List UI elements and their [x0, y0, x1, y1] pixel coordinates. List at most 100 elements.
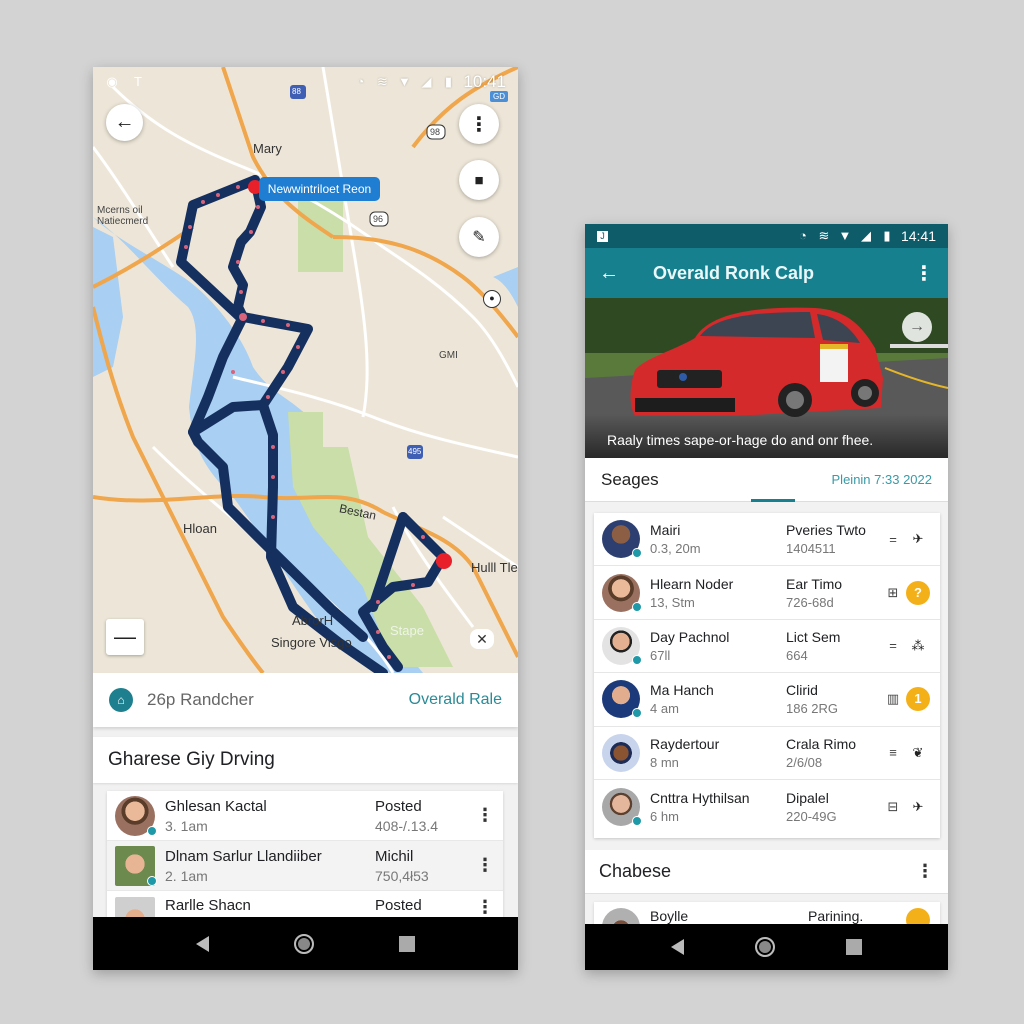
minus-icon: —: [114, 624, 136, 649]
list-item[interactable]: Hlearn Noder 13, Stm Ear Timo 726-68d ⊞ …: [594, 566, 940, 620]
page-title: Overald Ronk Calp: [653, 262, 815, 283]
group-icon[interactable]: ⁂: [904, 638, 932, 654]
section-title: Chabese: [599, 861, 672, 881]
book-icon[interactable]: ⊞: [882, 585, 904, 601]
nav-back-icon[interactable]: [195, 935, 209, 952]
layers-icon: ■: [474, 171, 484, 189]
reorder-icon[interactable]: =: [882, 532, 904, 547]
help-badge[interactable]: ?: [906, 580, 930, 605]
reorder-icon[interactable]: =: [882, 638, 904, 653]
item-status: Dipalel: [786, 789, 829, 806]
list-item[interactable]: Day Pachnol 67ll Lict Sem 664 = ⁂: [594, 620, 940, 674]
hero-caption: Raaly times sape-or-hage do and onr fhee…: [585, 414, 948, 458]
hero-image[interactable]: → Raaly times sape-or-hage do and onr fh…: [585, 298, 948, 458]
map-region-icon[interactable]: ❦: [904, 745, 932, 761]
map-label-aroor: AbrorH: [292, 613, 334, 628]
arrow-left-icon: ←: [114, 111, 135, 133]
app-bar: ← Overald Ronk Calp ⋮: [585, 248, 948, 298]
online-status-icon: [632, 654, 642, 665]
route-map[interactable]: Mary Mcerns oil Natiecmerd Hloan Bestan …: [93, 67, 518, 673]
item-name: Ma Hanch: [650, 682, 714, 699]
item-status: Pveries Twto: [786, 522, 866, 539]
item-time: 2. 1am: [165, 867, 208, 884]
more-vert-icon[interactable]: ⋮: [475, 855, 495, 876]
plane-icon[interactable]: ✈: [904, 799, 932, 815]
list-item[interactable]: Ma Hanch 4 am Clirid 186 2RG ▥ 1: [594, 673, 940, 727]
route-summary-bar: ⌂ 26p Randcher Overald Rale: [93, 673, 518, 727]
item-status: Lict Sem: [786, 628, 841, 645]
panel-icon[interactable]: ⊟: [882, 799, 904, 815]
back-button[interactable]: ←: [106, 104, 143, 141]
list-item[interactable]: Raydertour 8 mn Crala Rimo 2/6/08 ≡ ❦: [594, 727, 940, 780]
more-vert-icon[interactable]: ⋮: [475, 805, 495, 826]
wifi-icon: ▼: [838, 228, 852, 243]
more-vert-icon[interactable]: ⋮: [475, 897, 495, 918]
item-value: 408-/.13.4: [375, 817, 439, 834]
route-summary-text: 26p Randcher: [147, 690, 254, 709]
item-status: Posted: [375, 897, 422, 914]
menu-icon[interactable]: ≡: [882, 745, 904, 760]
item-status: Ear Timo: [786, 575, 843, 592]
next-image-button[interactable]: →: [902, 312, 932, 342]
item-name: Boylle: [650, 908, 689, 924]
overall-rate-link[interactable]: Overald Rale: [409, 691, 502, 709]
plane-icon[interactable]: ✈: [904, 531, 932, 547]
layers-button[interactable]: ■: [459, 160, 499, 200]
arrow-left-icon[interactable]: ←: [599, 262, 619, 285]
alarm-icon: ◔: [356, 74, 365, 89]
nav-recents-icon[interactable]: [846, 939, 863, 955]
item-value: 726-68d: [786, 594, 834, 610]
online-status-icon: [632, 708, 642, 719]
more-vert-icon[interactable]: ⋮: [916, 861, 934, 882]
item-name: Dlnam Sarlur Llandiiber: [165, 847, 322, 865]
item-status: Crala Rimo: [786, 735, 857, 752]
item-time: 0.3, 20m: [650, 541, 701, 557]
left-phone-screen: Mary Mcerns oil Natiecmerd Hloan Bestan …: [93, 67, 518, 970]
battery-icon: ▮: [444, 74, 453, 89]
avatar: [602, 573, 642, 612]
status-time: 10:41: [463, 72, 506, 91]
map-label-stape: Stape: [390, 623, 424, 638]
map-label-gmi: GMI: [439, 350, 458, 361]
map-label-singore: Singore Visgo: [271, 635, 352, 650]
avatar: [602, 733, 640, 772]
count-badge[interactable]: 1: [906, 687, 930, 712]
map-label-hulll: Hulll Tle: [471, 560, 518, 575]
online-status-icon: [147, 875, 157, 886]
nav-recents-icon[interactable]: [399, 935, 416, 952]
building-icon[interactable]: ▥: [882, 691, 904, 707]
nav-home-icon[interactable]: [754, 937, 775, 957]
map-canvas: [93, 67, 518, 673]
nav-back-icon[interactable]: [670, 939, 684, 955]
item-name: Cnttra Hythilsan: [650, 789, 750, 806]
route-end-marker: [436, 553, 452, 569]
edit-route-button[interactable]: ✎: [459, 217, 499, 257]
map-label-moor: Mcerns oil Natiecmerd: [97, 205, 149, 227]
item-time: 4 am: [650, 701, 679, 717]
pen-icon: ✎: [472, 229, 486, 246]
list-item[interactable]: Mairi 0.3, 20m Pveries Twto 1404511 = ✈: [594, 513, 940, 567]
tab-date: Pleinin 7:33 2022: [831, 472, 932, 487]
online-status-icon: [147, 825, 157, 836]
list-item[interactable]: Cnttra Hythilsan 6 hm Dipalel 220-49G ⊟ …: [594, 780, 940, 833]
nav-home-icon[interactable]: [293, 933, 314, 954]
stages-tab-bar: Seages Pleinin 7:33 2022: [585, 458, 948, 502]
tab-stages[interactable]: Seages: [601, 470, 659, 490]
status-bar: J ◔ ≋ ▼ ◢ ▮ 14:41: [585, 224, 948, 248]
more-options-button[interactable]: ⋮: [459, 104, 499, 144]
section-header: Chabese ⋮: [585, 850, 948, 894]
location-callout[interactable]: Newwintriloet Reon: [259, 177, 380, 201]
more-vert-icon[interactable]: ⋮: [914, 261, 934, 286]
tab-indicator: [751, 499, 795, 502]
item-time: 6 hm: [650, 808, 679, 824]
more-vert-icon: ⋮: [469, 113, 489, 136]
alarm-icon: ◔: [799, 228, 807, 243]
cell-signal-icon: ◢: [860, 228, 871, 243]
item-time: 8 mn: [650, 754, 679, 770]
list-item[interactable]: Dlnam Sarlur Llandiiber 2. 1am Michil 75…: [107, 841, 503, 891]
map-pin-icon[interactable]: ●: [483, 290, 501, 308]
list-item[interactable]: Ghlesan Kactal 3. 1am Posted 408-/.13.4 …: [107, 791, 503, 841]
map-label-hloan: Hloan: [183, 521, 217, 536]
close-marker-icon[interactable]: ✕: [470, 629, 494, 649]
zoom-out-button[interactable]: —: [106, 619, 144, 655]
